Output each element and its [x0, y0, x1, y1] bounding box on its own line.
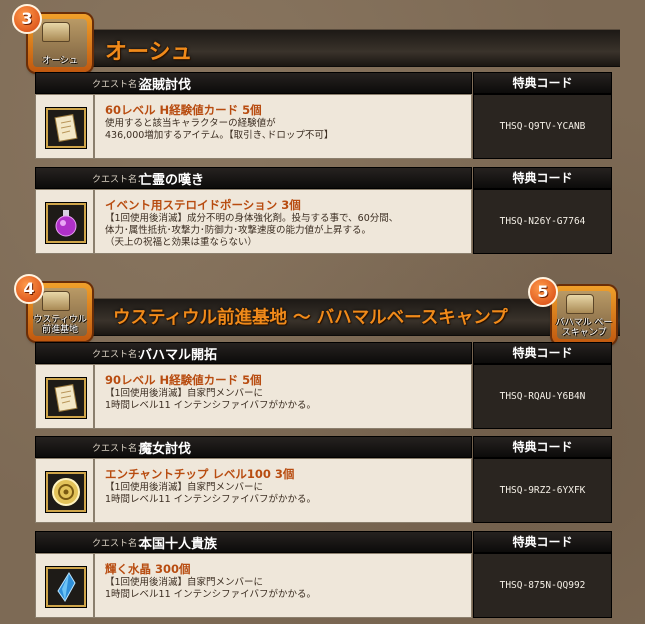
item-name: 輝く水晶 300個	[105, 562, 191, 576]
item-description-box: エンチャントチップ レベル100 3個 【1回使用後消滅】自家門メンバーに 1時…	[94, 458, 472, 523]
bonus-code[interactable]: THSQ-Q9TV-YCANB	[473, 94, 612, 159]
item-icon-box	[35, 364, 94, 429]
potion-icon	[46, 203, 86, 243]
item-description: 【1回使用後消滅】自家門メンバーに 1時間レベル11 インテンシファイバフがかか…	[105, 577, 316, 600]
bonus-code[interactable]: THSQ-9RZ2-6YXFK	[473, 458, 612, 523]
exp-card-icon	[46, 378, 86, 418]
quest-header: クエスト名： 盗賊討伐	[35, 72, 472, 94]
item-description-box: 90レベル H経験値カード 5個 【1回使用後消滅】自家門メンバーに 1時間レベ…	[94, 364, 472, 429]
area-number-badge: 3	[12, 4, 42, 34]
bonus-code[interactable]: THSQ-N26Y-G7764	[473, 189, 612, 254]
badge-label: ウスティウル 前進基地	[33, 315, 87, 335]
item-icon-box	[35, 94, 94, 159]
item-description: 使用すると該当キャラクターの経験値が 436,000増加するアイテム。【取引き､…	[105, 118, 334, 141]
item-name: 60レベル H経験値カード 5個	[105, 103, 262, 117]
item-icon-box	[35, 553, 94, 618]
exp-card-icon	[46, 108, 86, 148]
item-description: 【1回使用後消滅】自家門メンバーに 1時間レベル11 インテンシファイバフがかか…	[105, 482, 316, 505]
chest-icon	[566, 294, 594, 314]
quest-header: クエスト名： 亡霊の嘆き	[35, 167, 472, 189]
item-name: エンチャントチップ レベル100 3個	[105, 467, 295, 481]
quest-label: クエスト名：	[92, 175, 147, 185]
crystal-icon	[46, 567, 86, 607]
enchant-chip-icon	[46, 472, 86, 512]
quest-row: クエスト名： バハマル開拓 特典コード 90レベル H経験値カード 5個 【1回…	[35, 342, 612, 430]
bonus-code[interactable]: THSQ-RQAU-Y6B4N	[473, 364, 612, 429]
item-name: 90レベル H経験値カード 5個	[105, 373, 262, 387]
item-description-box: イベント用ステロイドポーション 3個 【1回使用後消滅】成分不明の身体強化剤。投…	[94, 189, 472, 254]
area-number-badge: 4	[14, 274, 44, 304]
quest-header: クエスト名： バハマル開拓	[35, 342, 472, 364]
area-title: オーシュ	[105, 39, 193, 65]
quest-row: クエスト名： 魔女討伐 特典コード エンチャントチップ レベル100 3個 【1…	[35, 436, 612, 524]
quest-row: クエスト名： 本国十人貴族 特典コード 輝く水晶 300個 【1回使用後消滅】自…	[35, 531, 612, 619]
badge-label: バハマル ベースキャンプ	[555, 318, 613, 338]
code-header: 特典コード	[473, 72, 612, 94]
bonus-code[interactable]: THSQ-875N-QQ992	[473, 553, 612, 618]
area-badge-bahamar: バハマル ベースキャンプ	[552, 286, 616, 344]
item-description: 【1回使用後消滅】成分不明の身体強化剤。投与する事で、60分間、 体力･属性抵抗…	[105, 213, 399, 248]
quest-label: クエスト名：	[92, 539, 147, 549]
quest-label: クエスト名：	[92, 80, 147, 90]
item-icon-box	[35, 189, 94, 254]
quest-label: クエスト名：	[92, 444, 147, 454]
item-description: 【1回使用後消滅】自家門メンバーに 1時間レベル11 インテンシファイバフがかか…	[105, 388, 316, 411]
item-description-box: 輝く水晶 300個 【1回使用後消滅】自家門メンバーに 1時間レベル11 インテ…	[94, 553, 472, 618]
chest-icon	[42, 291, 70, 311]
code-header: 特典コード	[473, 167, 612, 189]
area-title: ウスティウル前進基地 ～ バハマルベースキャンプ	[113, 308, 508, 328]
quest-name: 盗賊討伐	[139, 78, 192, 93]
quest-header: クエスト名： 本国十人貴族	[35, 531, 472, 553]
area-number-badge: 5	[528, 277, 558, 307]
quest-header: クエスト名： 魔女討伐	[35, 436, 472, 458]
quest-name: 魔女討伐	[139, 442, 192, 457]
code-header: 特典コード	[473, 342, 612, 364]
code-header: 特典コード	[473, 436, 612, 458]
quest-name: バハマル開拓	[139, 348, 218, 363]
item-description-box: 60レベル H経験値カード 5個 使用すると該当キャラクターの経験値が 436,…	[94, 94, 472, 159]
item-name: イベント用ステロイドポーション 3個	[105, 198, 301, 212]
quest-name: 亡霊の嘆き	[139, 173, 205, 188]
quest-row: クエスト名： 盗賊討伐 特典コード 60レベル H経験値カード 5個 使用すると…	[35, 72, 612, 160]
quest-name: 本国十人貴族	[139, 537, 218, 552]
quest-row: クエスト名： 亡霊の嘆き 特典コード イベント用ステロイドポーション 3個 【1…	[35, 167, 612, 255]
badge-label: オーシュ	[42, 56, 78, 66]
chest-icon	[42, 22, 70, 42]
code-header: 特典コード	[473, 531, 612, 553]
item-icon-box	[35, 458, 94, 523]
quest-label: クエスト名：	[92, 350, 147, 360]
